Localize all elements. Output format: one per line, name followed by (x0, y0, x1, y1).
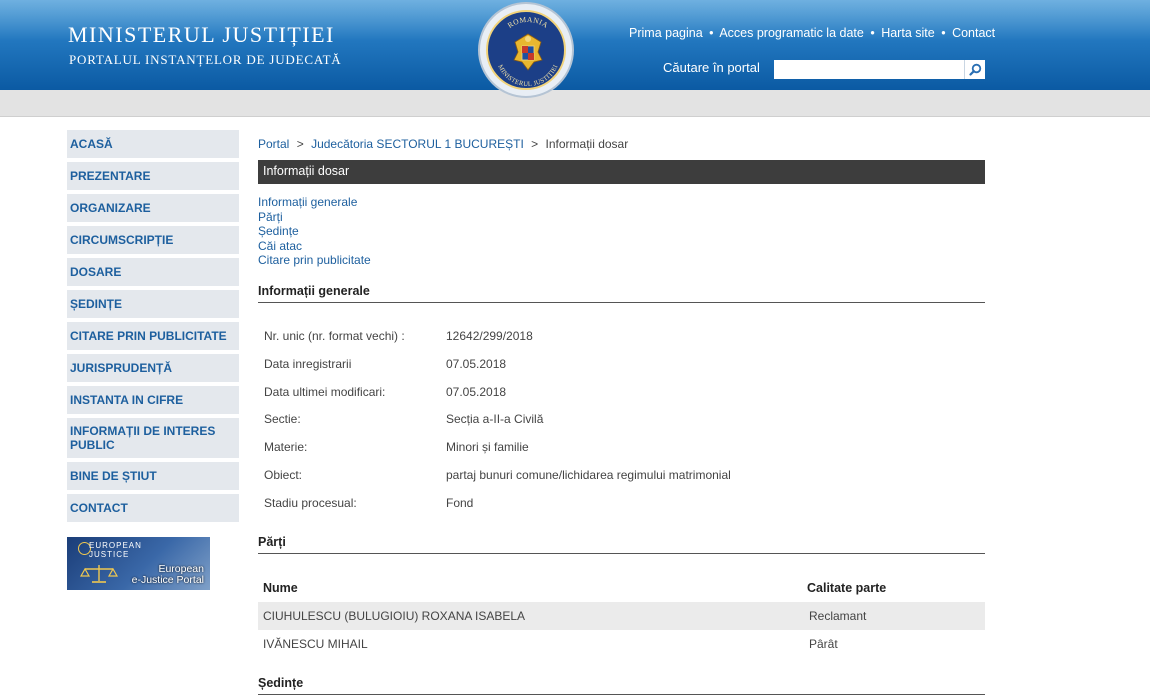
table-row: IVĂNESCU MIHAIL Pârât (258, 630, 985, 658)
party-name: IVĂNESCU MIHAIL (263, 637, 368, 651)
breadcrumb-separator: > (531, 137, 539, 151)
nav-contact[interactable]: Contact (952, 26, 995, 40)
info-label: Stadiu procesual: (264, 495, 357, 510)
info-label: Data inregistrarii (264, 356, 352, 371)
info-label: Nr. unic (nr. format vechi) : (264, 329, 405, 343)
page-title: Informații dosar (258, 160, 985, 184)
scales-icon (79, 565, 119, 583)
column-header-nume: Nume (263, 581, 298, 595)
ejustice-mark: EUROPEAN JUSTICE (71, 541, 142, 559)
ministry-seal[interactable]: ROMANIA MINISTERUL JUSTIȚIEI (478, 2, 574, 98)
ejustice-text: European e-Justice Portal (132, 564, 204, 586)
site-title[interactable]: MINISTERUL JUSTIȚIEI (68, 22, 335, 48)
sidebar-item-prezentare[interactable]: PREZENTARE (67, 162, 239, 190)
page: MINISTERUL JUSTIȚIEI PORTALUL INSTANȚELO… (0, 0, 1150, 700)
info-label: Obiect: (264, 467, 303, 482)
breadcrumb-portal[interactable]: Portal (258, 137, 289, 151)
info-value: 07.05.2018 (446, 384, 507, 399)
column-header-calitate: Calitate parte (807, 581, 887, 595)
sidebar-item-sedinte[interactable]: ȘEDINȚE (67, 290, 239, 318)
nav-separator: • (709, 26, 714, 40)
nav-acces-programatic[interactable]: Acces programatic la date (719, 26, 864, 40)
info-value: 07.05.2018 (446, 356, 507, 371)
info-value: Secția a-II-a Civilă (446, 412, 544, 427)
sidebar-item-instanta-cifre[interactable]: INSTANTA IN CIFRE (67, 386, 239, 414)
sidebar-item-organizare[interactable]: ORGANIZARE (67, 194, 239, 222)
seal-top-text: ROMANIA (506, 15, 550, 30)
info-value: Minori și familie (446, 440, 529, 455)
ejustice-banner[interactable]: EUROPEAN JUSTICE European e-Justice Port… (67, 537, 210, 590)
section-title-sedinte: Ședințe (258, 676, 985, 695)
ejustice-mark-line1: EUROPEAN (89, 541, 142, 550)
info-value: partaj bunuri comune/lichidarea regimulu… (446, 467, 731, 482)
sidebar-item-contact[interactable]: CONTACT (67, 494, 239, 522)
party-role: Pârât (809, 637, 838, 651)
table-row: CIUHULESCU (BULUGIOIU) ROXANA ISABELA Re… (258, 602, 985, 630)
top-navigation: Prima pagina • Acces programatic la date… (629, 26, 995, 40)
parti-table-header: Nume Calitate parte (258, 574, 985, 600)
link-citare-publicitate[interactable]: Citare prin publicitate (258, 253, 371, 268)
breadcrumb-separator: > (296, 137, 304, 151)
breadcrumb-judecatoria[interactable]: Judecătoria SECTORUL 1 BUCUREȘTI (311, 137, 524, 151)
breadcrumb: Portal > Judecătoria SECTORUL 1 BUCUREȘT… (258, 137, 628, 151)
breadcrumb-current: Informații dosar (545, 137, 629, 151)
party-name: CIUHULESCU (BULUGIOIU) ROXANA ISABELA (263, 609, 526, 623)
seal-bottom-text: MINISTERUL JUSTIȚIEI (496, 64, 559, 88)
link-parti[interactable]: Părți (258, 210, 371, 225)
svg-text:MINISTERUL JUSTIȚIEI: MINISTERUL JUSTIȚIEI (496, 64, 559, 88)
link-sedinte[interactable]: Ședințe (258, 224, 371, 239)
link-informatii-generale[interactable]: Informații generale (258, 195, 371, 210)
info-value: 12642/299/2018 (446, 329, 533, 343)
nav-prima-pagina[interactable]: Prima pagina (629, 26, 703, 40)
info-value: Fond (446, 495, 474, 510)
info-label: Materie: (264, 440, 308, 455)
info-label: Sectie: (264, 412, 301, 427)
sidebar-item-informatii-interes[interactable]: INFORMAȚII DE INTERES PUBLIC (67, 418, 239, 458)
section-links: Informații generale Părți Ședințe Căi at… (258, 195, 371, 268)
svg-text:ROMANIA: ROMANIA (506, 15, 550, 30)
section-title-parti: Părți (258, 535, 985, 554)
sidebar-item-acasa[interactable]: ACASĂ (67, 130, 239, 158)
nav-separator: • (941, 26, 946, 40)
nav-harta-site[interactable]: Harta site (881, 26, 935, 40)
sidebar-item-bine-de-stiut[interactable]: BINE DE ȘTIUT (67, 462, 239, 490)
sidebar-item-jurisprudenta[interactable]: JURISPRUDENȚĂ (67, 354, 239, 382)
search-label: Căutare în portal (663, 60, 760, 75)
info-label: Data ultimei modificari: (264, 384, 386, 399)
magnifier-icon (968, 63, 981, 76)
sidebar-menu: ACASĂ PREZENTARE ORGANIZARE CIRCUMSCRIPȚ… (67, 130, 239, 526)
site-subtitle[interactable]: PORTALUL INSTANȚELOR DE JUDECATĂ (69, 52, 342, 68)
seal-ring-text: ROMANIA MINISTERUL JUSTIȚIEI (496, 15, 559, 88)
sidebar-item-dosare[interactable]: DOSARE (67, 258, 239, 286)
search-button[interactable] (964, 60, 985, 79)
sidebar-item-citare[interactable]: CITARE PRIN PUBLICITATE (67, 322, 239, 350)
ejustice-mark-line2: JUSTICE (89, 550, 130, 559)
section-title-informatii: Informații generale (258, 284, 985, 303)
party-role: Reclamant (809, 609, 867, 623)
link-cai-atac[interactable]: Căi atac (258, 239, 371, 254)
nav-separator: • (870, 26, 875, 40)
sidebar-item-circumscriptie[interactable]: CIRCUMSCRIPȚIE (67, 226, 239, 254)
ejustice-text-line2: e-Justice Portal (131, 574, 204, 586)
search-input[interactable] (774, 60, 964, 79)
